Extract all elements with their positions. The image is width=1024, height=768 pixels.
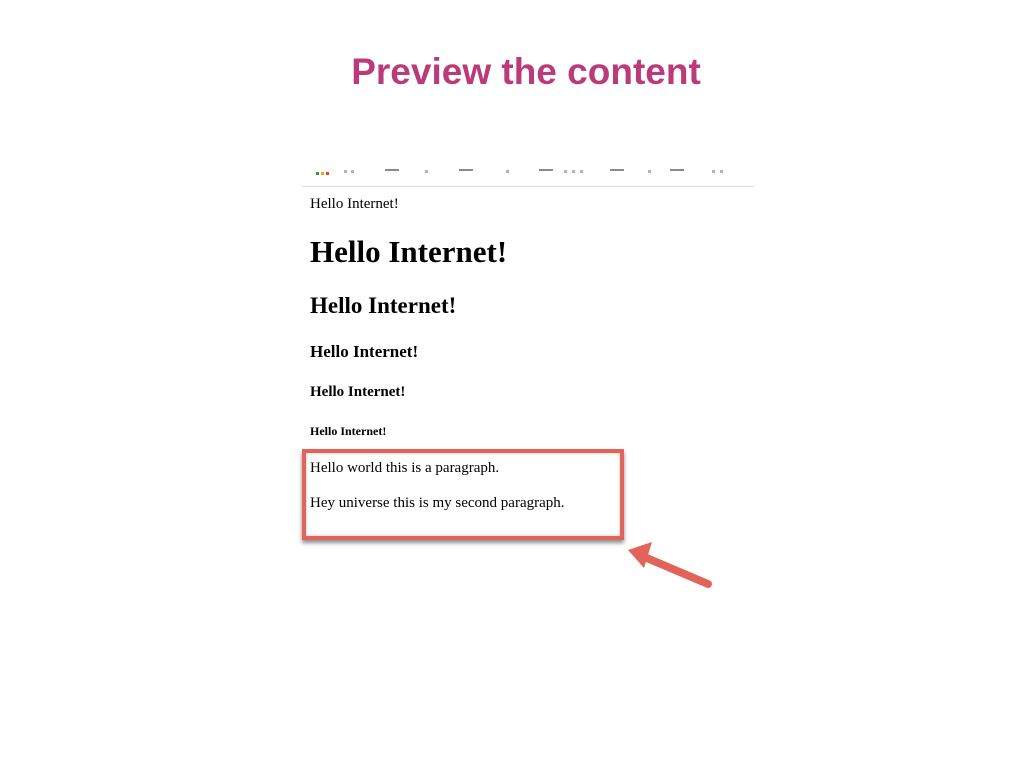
folder-icon[interactable] <box>539 169 553 175</box>
bookmark-item[interactable] <box>506 170 509 173</box>
bookmark-item[interactable] <box>572 170 575 173</box>
heading-h3: Hello Internet! <box>310 342 419 361</box>
bookmark-item[interactable] <box>351 170 354 173</box>
bookmark-item[interactable] <box>344 170 347 173</box>
folder-icon[interactable] <box>610 169 624 175</box>
highlight-box <box>302 449 624 540</box>
heading-h5: Hello Internet! <box>310 424 387 438</box>
folder-icon[interactable] <box>385 169 399 175</box>
bookmark-item[interactable] <box>712 170 715 173</box>
bookmark-item[interactable] <box>425 170 428 173</box>
bookmark-item[interactable] <box>648 170 651 173</box>
bookmarks-bar <box>302 158 754 187</box>
heading-h2: Hello Internet! <box>310 293 457 318</box>
bookmark-item[interactable] <box>580 170 583 173</box>
folder-icon[interactable] <box>670 169 684 175</box>
heading-h4: Hello Internet! <box>310 384 406 400</box>
body-text: Hello Internet! <box>310 196 399 212</box>
folder-icon[interactable] <box>459 169 473 175</box>
bookmark-item[interactable] <box>720 170 723 173</box>
arrow-pointer-icon <box>628 542 712 588</box>
apps-grid-icon[interactable] <box>316 172 330 175</box>
heading-h1: Hello Internet! <box>310 234 508 269</box>
bookmark-item[interactable] <box>564 170 567 173</box>
slide-title: Preview the content <box>351 51 701 92</box>
